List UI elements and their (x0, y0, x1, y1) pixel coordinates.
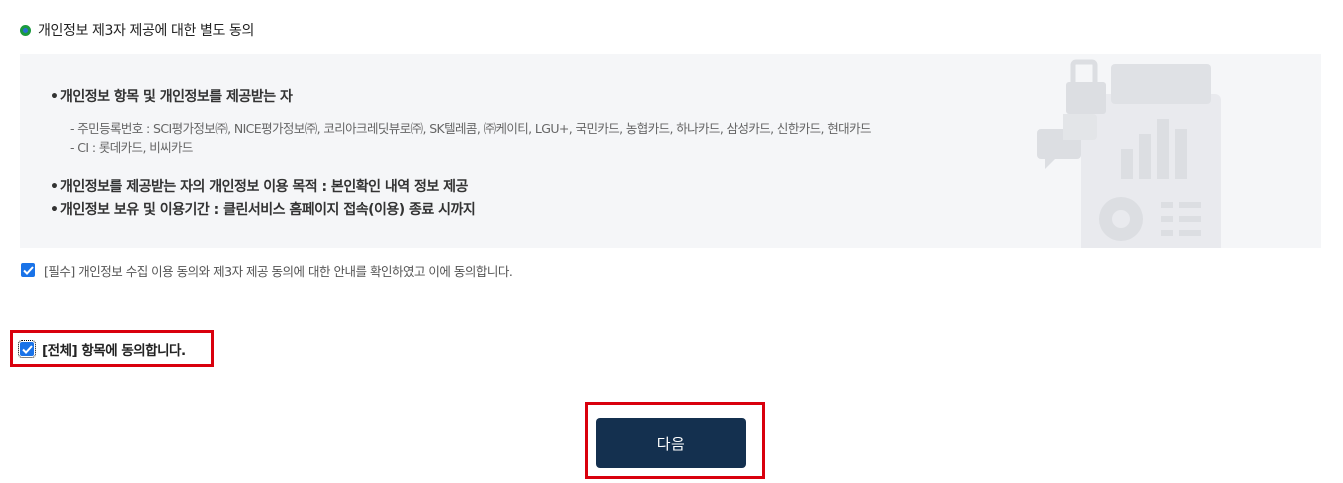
next-button[interactable]: 다음 (596, 418, 746, 468)
info-heading-text: 개인정보 항목 및 개인정보를 제공받는 자 (60, 89, 293, 105)
bullet-icon: • (50, 179, 59, 195)
bullet-icon: • (50, 89, 59, 105)
bullet-icon: • (50, 202, 59, 218)
all-consent-checkbox[interactable] (18, 340, 36, 358)
all-consent-label: [전체] 항목에 동의합니다. (42, 343, 186, 359)
info-heading-text: 개인정보를 제공받는 자의 개인정보 이용 목적 : 본인확인 내역 정보 제공 (60, 179, 468, 195)
info-heading-text: 개인정보 보유 및 이용기간 : 클린서비스 홈페이지 접속(이용) 종료 시까… (60, 202, 476, 218)
info-heading-recipients: • 개인정보 항목 및 개인정보를 제공받는 자 (50, 86, 293, 106)
required-consent-checkbox[interactable] (21, 263, 35, 277)
ring-icon (20, 24, 31, 36)
info-panel: • 개인정보 항목 및 개인정보를 제공받는 자 - 주민등록번호 : SCI평가… (20, 54, 1321, 248)
section-title: 개인정보 제3자 제공에 대한 별도 동의 (38, 23, 254, 39)
all-consent-row[interactable]: [전체] 항목에 동의합니다. (18, 338, 186, 360)
required-consent-label: [필수] 개인정보 수집 이용 동의와 제3자 제공 동의에 대한 안내를 확인… (44, 263, 513, 279)
info-heading-purpose: • 개인정보를 제공받는 자의 개인정보 이용 목적 : 본인확인 내역 정보 제… (50, 176, 468, 196)
document-chart-illustration (1037, 59, 1221, 248)
info-heading-retention: • 개인정보 보유 및 이용기간 : 클린서비스 홈페이지 접속(이용) 종료 시… (50, 199, 476, 219)
section-header: 개인정보 제3자 제공에 대한 별도 동의 (20, 19, 254, 41)
check-icon (21, 344, 33, 354)
required-consent-row[interactable]: [필수] 개인정보 수집 이용 동의와 제3자 제공 동의에 대한 안내를 확인… (21, 260, 513, 280)
info-sub-ci: - CI : 롯데카드, 비씨카드 (70, 140, 193, 155)
info-sub-ssn: - 주민등록번호 : SCI평가정보㈜, NICE평가정보㈜, 코리아크레딧뷰로… (70, 121, 871, 136)
check-icon (22, 265, 34, 275)
